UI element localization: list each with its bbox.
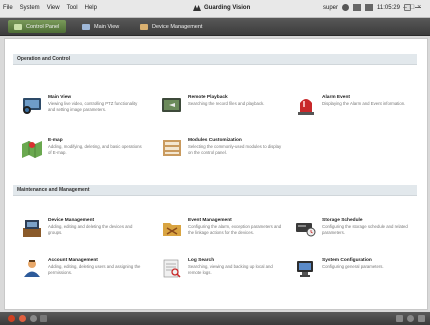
- menu-tool[interactable]: Tool: [67, 5, 78, 11]
- module-description: Configuring the storage schedule and rel…: [322, 224, 408, 235]
- sound-icon[interactable]: [19, 315, 26, 322]
- module-description: Viewing live video, controlling PTZ func…: [48, 101, 138, 112]
- account-management-icon: [21, 258, 43, 278]
- modules-customization-icon: [161, 138, 183, 158]
- alarm-status-icon[interactable]: [8, 315, 15, 322]
- clock-time: 11:05:29: [377, 4, 400, 11]
- module-description: Selecting the commonly-used modules to d…: [188, 144, 282, 155]
- module-event-management[interactable]: Event Management Configuring the alarm, …: [161, 218, 284, 238]
- module-description: Adding, modifying, deleting, and basic o…: [48, 144, 142, 155]
- alarm-event-icon: [295, 95, 317, 115]
- expand-icon[interactable]: [407, 315, 414, 322]
- module-description: Adding, editing, deleting users and assi…: [48, 264, 141, 275]
- cpu-icon[interactable]: [365, 4, 374, 11]
- module-title: Modules Customization: [188, 138, 242, 143]
- tab-label: Main View: [94, 23, 120, 30]
- menu-help[interactable]: Help: [85, 5, 97, 11]
- control-panel-icon: [14, 23, 22, 30]
- log-search-icon: [161, 258, 183, 278]
- tab-bar: Control Panel Main View Device Managemen…: [0, 18, 430, 36]
- module-log-search[interactable]: Log Search Searching, viewing and backin…: [161, 258, 284, 278]
- tab-device-management[interactable]: Device Management: [134, 20, 208, 33]
- system-configuration-icon: [295, 258, 317, 278]
- module-storage-schedule[interactable]: Storage Schedule Configuring the storage…: [295, 218, 418, 238]
- collapse-icon[interactable]: [418, 315, 425, 322]
- module-system-configuration[interactable]: System Configuration Configuring general…: [295, 258, 418, 278]
- menu-view[interactable]: View: [47, 5, 60, 11]
- module-title: Log Search: [188, 258, 215, 263]
- app-title-text: Guarding Vision: [204, 5, 251, 11]
- bottom-status-bar: [0, 312, 430, 325]
- emap-icon: [21, 138, 43, 158]
- user-icon[interactable]: [342, 4, 350, 11]
- device-management-tab-icon: [140, 23, 148, 30]
- module-title: Account Management: [48, 258, 98, 263]
- module-account-management[interactable]: Account Management Adding, editing, dele…: [21, 258, 144, 278]
- event-management-icon: [161, 218, 183, 238]
- tab-label: Device Management: [152, 23, 203, 30]
- section-header-operation: Operation and Control: [13, 54, 417, 65]
- module-description: Adding, editing and deleting the devices…: [48, 224, 133, 235]
- device-management-icon: [21, 218, 43, 238]
- module-remote-playback[interactable]: Remote Playback Searching the record fil…: [161, 95, 284, 115]
- module-description: Configuring the alarm, exception paramet…: [188, 224, 282, 235]
- app-logo-icon: [193, 5, 201, 11]
- module-description: Configuring general parameters.: [322, 264, 384, 269]
- minimize-icon[interactable]: –: [403, 4, 407, 11]
- module-title: Device Management: [48, 218, 95, 223]
- message-icon[interactable]: [30, 315, 37, 322]
- pin-icon[interactable]: [396, 315, 403, 322]
- tab-main-view[interactable]: Main View: [76, 20, 125, 33]
- module-main-view[interactable]: Main View Viewing live video, controllin…: [21, 95, 144, 115]
- module-title: Main View: [48, 95, 72, 100]
- module-alarm-event[interactable]: Alarm Event Displaying the Alarm and Eve…: [295, 95, 418, 115]
- tab-label: Control Panel: [26, 23, 60, 30]
- section-header-maintenance: Maintenance and Management: [13, 185, 417, 196]
- storage-schedule-icon: [295, 218, 317, 238]
- control-panel: Operation and Control Main View Viewing …: [4, 38, 428, 310]
- user-name: super: [323, 4, 339, 11]
- tab-control-panel[interactable]: Control Panel: [8, 20, 66, 33]
- close-icon[interactable]: ×: [417, 4, 421, 11]
- module-title: Storage Schedule: [322, 218, 363, 223]
- monitor-icon[interactable]: [353, 4, 362, 11]
- main-view-icon: [21, 95, 43, 115]
- maximize-icon[interactable]: □: [410, 4, 414, 11]
- module-modules-customization[interactable]: Modules Customization Selecting the comm…: [161, 138, 284, 158]
- module-title: Remote Playback: [188, 95, 228, 100]
- window-controls: – □ ×: [403, 4, 421, 11]
- module-description: Displaying the Alarm and Event informati…: [322, 101, 406, 106]
- module-description: Searching, viewing and backing up local …: [188, 264, 273, 275]
- notification-icon[interactable]: [40, 315, 47, 322]
- module-title: E-map: [48, 138, 63, 143]
- menu-system[interactable]: System: [20, 5, 40, 11]
- module-title: Alarm Event: [322, 95, 350, 100]
- module-emap[interactable]: E-map Adding, modifying, deleting, and b…: [21, 138, 144, 158]
- menu-file[interactable]: File: [3, 5, 13, 11]
- main-view-tab-icon: [82, 23, 90, 30]
- menu-list: File System View Tool Help: [3, 5, 97, 11]
- module-description: Searching the record files and playback.: [188, 101, 265, 106]
- app-title: Guarding Vision: [193, 5, 250, 11]
- module-device-management[interactable]: Device Management Adding, editing and de…: [21, 218, 144, 238]
- module-title: System Configuration: [322, 258, 372, 263]
- menu-bar: File System View Tool Help Guarding Visi…: [0, 0, 430, 18]
- remote-playback-icon: [161, 95, 183, 115]
- module-title: Event Management: [188, 218, 232, 223]
